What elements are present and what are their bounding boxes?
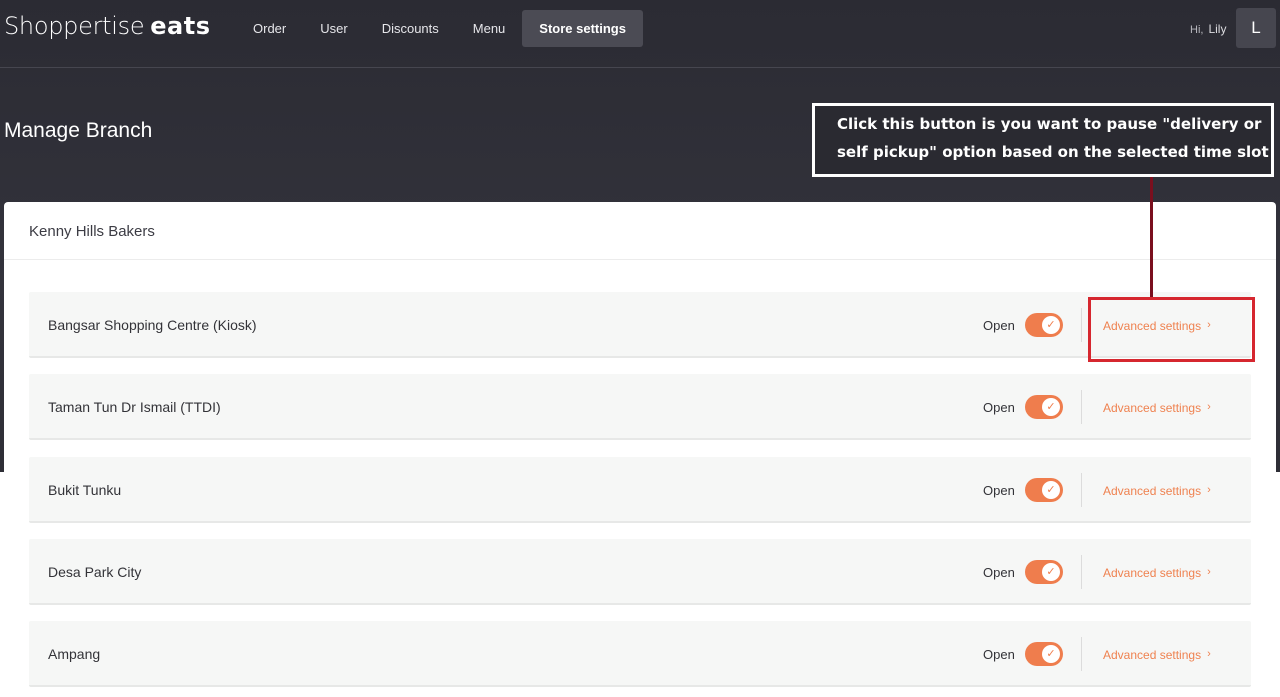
row-divider — [1081, 308, 1082, 342]
branch-open-toggle[interactable]: ✓ — [1025, 478, 1063, 502]
row-divider — [1081, 473, 1082, 507]
user-avatar[interactable]: L — [1236, 8, 1276, 48]
check-icon: ✓ — [1042, 316, 1060, 334]
branch-list-card: Kenny Hills Bakers Bangsar Shopping Cent… — [4, 202, 1276, 697]
page-title: Manage Branch — [4, 119, 153, 142]
branch-open-toggle[interactable]: ✓ — [1025, 395, 1063, 419]
nav-store-settings[interactable]: Store settings — [522, 10, 643, 47]
branch-row: Desa Park City Open ✓ Advanced settings › — [29, 539, 1251, 605]
check-icon: ✓ — [1042, 481, 1060, 499]
advanced-settings-link[interactable]: Advanced settings › — [1103, 566, 1211, 580]
advanced-settings-link[interactable]: Advanced settings › — [1103, 648, 1211, 662]
advanced-settings-link[interactable]: Advanced settings › — [1103, 484, 1211, 498]
advanced-settings-label: Advanced settings — [1103, 566, 1202, 580]
user-name: Lily — [1208, 22, 1227, 36]
branch-name: Ampang — [48, 646, 101, 662]
user-greeting: Hi, Lily — [1190, 22, 1226, 36]
check-icon: ✓ — [1042, 398, 1060, 416]
branch-name: Bangsar Shopping Centre (Kiosk) — [48, 317, 257, 333]
branch-name: Taman Tun Dr Ismail (TTDI) — [48, 399, 221, 415]
row-divider — [1081, 637, 1082, 671]
branch-open-toggle[interactable]: ✓ — [1025, 560, 1063, 584]
branch-status-label: Open — [983, 565, 1015, 580]
branch-row: Bangsar Shopping Centre (Kiosk) Open ✓ A… — [29, 292, 1251, 358]
branch-open-toggle[interactable]: ✓ — [1025, 313, 1063, 337]
store-name: Kenny Hills Bakers — [4, 202, 1276, 260]
row-divider — [1081, 555, 1082, 589]
advanced-settings-link[interactable]: Advanced settings › — [1103, 401, 1211, 415]
logo-main-text: Shoppertise — [4, 12, 145, 40]
nav-menu[interactable]: Menu — [456, 10, 523, 47]
app-logo[interactable]: Shoppertise eats — [4, 12, 211, 40]
chevron-right-icon: › — [1207, 484, 1211, 496]
branch-name: Bukit Tunku — [48, 482, 122, 498]
check-icon: ✓ — [1042, 645, 1060, 663]
branch-status-label: Open — [983, 483, 1015, 498]
nav-discounts[interactable]: Discounts — [365, 10, 456, 47]
annotation-connector-line — [1150, 177, 1153, 298]
nav-order[interactable]: Order — [236, 10, 303, 47]
check-icon: ✓ — [1042, 563, 1060, 581]
chevron-right-icon: › — [1207, 566, 1211, 578]
chevron-right-icon: › — [1207, 648, 1211, 660]
branch-name: Desa Park City — [48, 564, 142, 580]
row-divider — [1081, 390, 1082, 424]
branch-status-label: Open — [983, 400, 1015, 415]
main-nav: Order User Discounts Menu Store settings — [236, 10, 643, 47]
greeting-prefix: Hi, — [1190, 24, 1204, 36]
branch-row: Bukit Tunku Open ✓ Advanced settings › — [29, 457, 1251, 523]
advanced-settings-label: Advanced settings — [1103, 484, 1202, 498]
top-navigation-bar: Shoppertise eats Order User Discounts Men… — [0, 0, 1280, 68]
chevron-right-icon: › — [1207, 401, 1211, 413]
branch-status-label: Open — [983, 647, 1015, 662]
advanced-settings-label: Advanced settings — [1103, 401, 1202, 415]
logo-accent-text: eats — [150, 12, 211, 40]
nav-user[interactable]: User — [303, 10, 364, 47]
branch-row: Ampang Open ✓ Advanced settings › — [29, 621, 1251, 687]
branch-open-toggle[interactable]: ✓ — [1025, 642, 1063, 666]
annotation-highlight-box — [1088, 297, 1255, 362]
annotation-callout: Click this button is you want to pause "… — [812, 103, 1274, 177]
advanced-settings-label: Advanced settings — [1103, 648, 1202, 662]
branch-row: Taman Tun Dr Ismail (TTDI) Open ✓ Advanc… — [29, 374, 1251, 440]
branch-status-label: Open — [983, 318, 1015, 333]
